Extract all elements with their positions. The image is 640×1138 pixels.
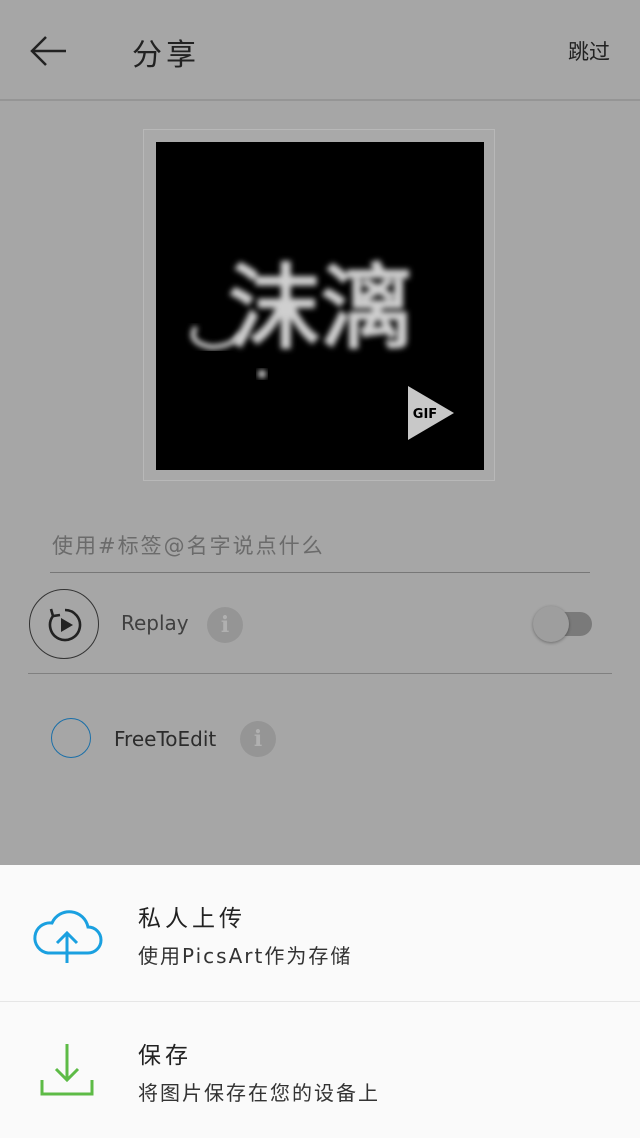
cloud-upload-icon <box>33 910 103 963</box>
save-title: 保存 <box>138 1043 192 1069</box>
replay-icon <box>48 608 82 642</box>
replay-info-icon[interactable]: i <box>207 607 243 643</box>
page-title: 分享 <box>132 38 200 73</box>
save-option[interactable]: 保存 将图片保存在您的设备上 <box>0 1002 640 1138</box>
download-icon <box>40 1044 94 1096</box>
private-upload-title: 私人上传 <box>138 906 246 932</box>
gif-badge-label: GIF <box>413 407 437 422</box>
replay-label: Replay <box>121 611 189 635</box>
save-subtitle: 将图片保存在您的设备上 <box>138 1081 380 1105</box>
section-divider <box>28 673 612 674</box>
free-to-edit-label: FreeToEdit <box>114 727 217 751</box>
caption-underline <box>50 572 590 573</box>
image-preview: 沫漓 GIF <box>156 142 484 470</box>
caption-input[interactable]: 使用#标签@名字说点什么 <box>52 530 325 560</box>
share-options-sheet: 私人上传 使用PicsArt作为存储 保存 将图片保存在您的设备上 <box>0 865 640 1138</box>
artwork-text: 沫漓 <box>228 255 412 362</box>
replay-toggle-thumb[interactable] <box>533 606 569 642</box>
gif-play-badge[interactable]: GIF <box>408 386 454 440</box>
skip-button[interactable]: 跳过 <box>568 36 610 66</box>
free-to-edit-checkbox[interactable] <box>51 718 91 758</box>
replay-button[interactable] <box>29 589 99 659</box>
back-arrow-icon[interactable] <box>28 30 70 72</box>
free-to-edit-info-icon[interactable]: i <box>240 721 276 757</box>
private-upload-option[interactable]: 私人上传 使用PicsArt作为存储 <box>0 865 640 1001</box>
top-bar: 分享 跳过 <box>0 0 640 101</box>
private-upload-subtitle: 使用PicsArt作为存储 <box>138 944 353 968</box>
